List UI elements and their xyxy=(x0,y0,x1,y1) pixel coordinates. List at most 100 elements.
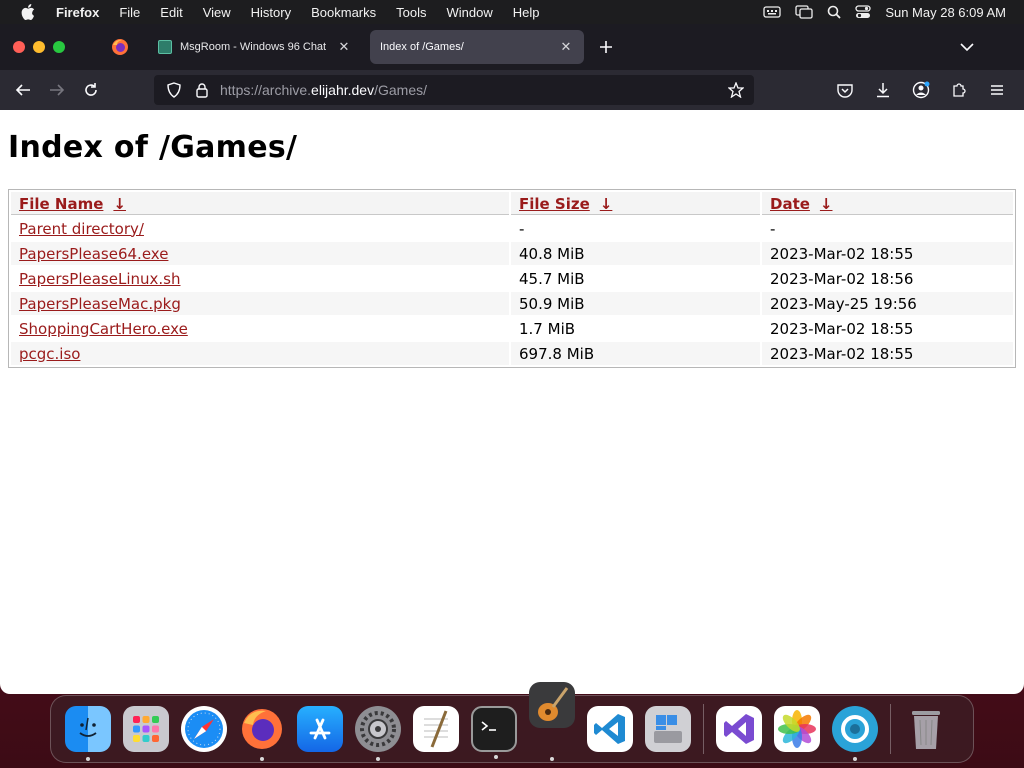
finder-icon[interactable] xyxy=(65,706,111,761)
app-store-icon[interactable] xyxy=(297,706,343,752)
account-icon[interactable] xyxy=(904,74,938,106)
file-date-cell: 2023-Mar-02 18:56 xyxy=(770,269,914,288)
downloads-icon[interactable] xyxy=(866,74,900,106)
back-button[interactable] xyxy=(6,74,40,106)
tab-close-icon[interactable]: ✕ xyxy=(336,39,352,55)
column-label: File Size xyxy=(519,195,590,213)
window-controls xyxy=(0,41,100,53)
terminal-icon[interactable] xyxy=(471,706,517,759)
garageband-icon[interactable] xyxy=(529,682,575,761)
msgroom-favicon-icon xyxy=(158,40,172,54)
apple-menu-icon[interactable] xyxy=(20,4,36,20)
system-settings-icon[interactable] xyxy=(355,706,401,761)
file-name-cell: pcgc.iso xyxy=(11,342,509,365)
app-icon[interactable] xyxy=(832,706,878,761)
url-prefix: https://archive. xyxy=(220,82,312,98)
file-date-cell: 2023-Mar-02 18:55 xyxy=(762,242,1013,265)
file-name-cell: Parent directory/ xyxy=(11,217,509,240)
running-indicator xyxy=(550,757,554,761)
table-row: Parent directory/ - - xyxy=(11,217,1013,240)
sort-arrow-icon: ↓ xyxy=(599,195,613,213)
textedit-icon[interactable] xyxy=(413,706,459,752)
sort-arrow-icon: ↓ xyxy=(113,195,126,213)
file-date-cell: 2023-Mar-02 18:55 xyxy=(762,342,1013,365)
window-close-button[interactable] xyxy=(13,41,25,53)
page-title: Index of /Games/ xyxy=(8,130,298,165)
file-size-cell: 50.9 MiB xyxy=(511,292,760,315)
menu-app-firefox[interactable]: Firefox xyxy=(50,5,109,20)
url-path: /Games/ xyxy=(374,82,427,98)
file-link[interactable]: ShoppingCartHero.exe xyxy=(19,320,188,338)
sort-by-date-link[interactable]: Date ↓ xyxy=(770,195,833,213)
tab-strip: MsgRoom - Windows 96 Chat ✕ Index of /Ga… xyxy=(0,24,1024,70)
file-name-cell: PapersPleaseMac.pkg xyxy=(11,292,509,315)
screen-mirroring-icon[interactable] xyxy=(795,5,813,19)
tab-title: MsgRoom - Windows 96 Chat xyxy=(180,41,327,53)
firefox-icon[interactable] xyxy=(239,706,285,761)
file-date-cell: 2023-Mar-02 18:55 xyxy=(770,319,914,338)
menu-view[interactable]: View xyxy=(193,5,241,20)
file-name-cell: PapersPleaseLinux.sh xyxy=(11,267,509,290)
table-row: PapersPleaseMac.pkg 50.9 MiB 2023-May-25… xyxy=(11,292,1013,315)
file-size-cell: 1.7 MiB xyxy=(519,319,576,338)
tab-close-icon[interactable]: ✕ xyxy=(558,39,574,55)
menu-history[interactable]: History xyxy=(241,5,301,20)
navigation-toolbar: https://archive.elijahr.dev/Games/ xyxy=(0,70,1024,110)
photos-icon[interactable] xyxy=(774,706,820,752)
file-link[interactable]: PapersPlease64.exe xyxy=(19,245,168,263)
launchpad-icon[interactable] xyxy=(123,706,169,752)
file-link[interactable]: PapersPleaseMac.pkg xyxy=(19,295,181,313)
menu-bar: Firefox File Edit View History Bookmarks… xyxy=(0,0,1024,24)
column-header-date[interactable]: Date ↓ xyxy=(762,192,1013,215)
tab-msgroom[interactable]: MsgRoom - Windows 96 Chat ✕ xyxy=(148,30,362,64)
menu-edit[interactable]: Edit xyxy=(150,5,192,20)
running-indicator xyxy=(376,757,380,761)
spotlight-search-icon[interactable] xyxy=(827,5,841,19)
table-row: PapersPleaseLinux.sh 45.7 MiB 2023-Mar-0… xyxy=(11,267,1013,290)
firefox-view-icon[interactable] xyxy=(100,38,140,56)
trash-icon[interactable] xyxy=(903,706,949,752)
list-all-tabs-icon[interactable] xyxy=(960,39,974,57)
file-link[interactable]: PapersPleaseLinux.sh xyxy=(19,270,180,288)
reload-button[interactable] xyxy=(74,74,108,106)
padlock-icon[interactable] xyxy=(192,82,212,98)
file-link[interactable]: pcgc.iso xyxy=(19,345,80,363)
pocket-icon[interactable] xyxy=(828,74,862,106)
bookmark-star-icon[interactable] xyxy=(727,81,745,103)
parent-directory-link[interactable]: Parent directory/ xyxy=(19,220,144,238)
menu-file[interactable]: File xyxy=(109,5,150,20)
control-center-icon[interactable] xyxy=(855,5,871,19)
menu-window[interactable]: Window xyxy=(437,5,503,20)
window-zoom-button[interactable] xyxy=(53,41,65,53)
table-row: PapersPlease64.exe 40.8 MiB 2023-Mar-02 … xyxy=(11,242,1013,265)
new-tab-button[interactable] xyxy=(590,31,622,63)
vscode-icon[interactable] xyxy=(587,706,633,752)
menu-help[interactable]: Help xyxy=(503,5,550,20)
extensions-icon[interactable] xyxy=(942,74,976,106)
dock-separator xyxy=(703,704,704,754)
menu-bookmarks[interactable]: Bookmarks xyxy=(301,5,386,20)
forward-button[interactable] xyxy=(40,74,74,106)
column-header-file-size[interactable]: File Size ↓ xyxy=(511,192,760,215)
tab-index-games[interactable]: Index of /Games/ ✕ xyxy=(370,30,584,64)
tracking-protection-shield-icon[interactable] xyxy=(164,82,184,98)
menu-tools[interactable]: Tools xyxy=(386,5,436,20)
file-size-cell: - xyxy=(519,219,525,238)
browser-window: MsgRoom - Windows 96 Chat ✕ Index of /Ga… xyxy=(0,24,1024,694)
keyboard-input-icon[interactable] xyxy=(763,6,781,18)
safari-icon[interactable] xyxy=(181,706,227,752)
boot-camp-icon[interactable] xyxy=(645,706,691,752)
url-bar[interactable]: https://archive.elijahr.dev/Games/ xyxy=(154,75,754,105)
file-name-cell: PapersPlease64.exe xyxy=(11,242,509,265)
menubar-clock[interactable]: Sun May 28 6:09 AM xyxy=(885,5,1006,20)
running-indicator xyxy=(260,757,264,761)
column-header-file-name[interactable]: File Name ↓ xyxy=(11,192,509,215)
window-minimize-button[interactable] xyxy=(33,41,45,53)
column-label: File Name xyxy=(19,195,104,213)
tab-title: Index of /Games/ xyxy=(380,41,464,53)
visual-studio-icon[interactable] xyxy=(716,706,762,752)
sort-by-name-link[interactable]: File Name ↓ xyxy=(19,195,126,213)
hamburger-menu-icon[interactable] xyxy=(980,74,1014,106)
sort-by-size-link[interactable]: File Size ↓ xyxy=(519,195,612,213)
url-text[interactable]: https://archive.elijahr.dev/Games/ xyxy=(220,82,427,98)
